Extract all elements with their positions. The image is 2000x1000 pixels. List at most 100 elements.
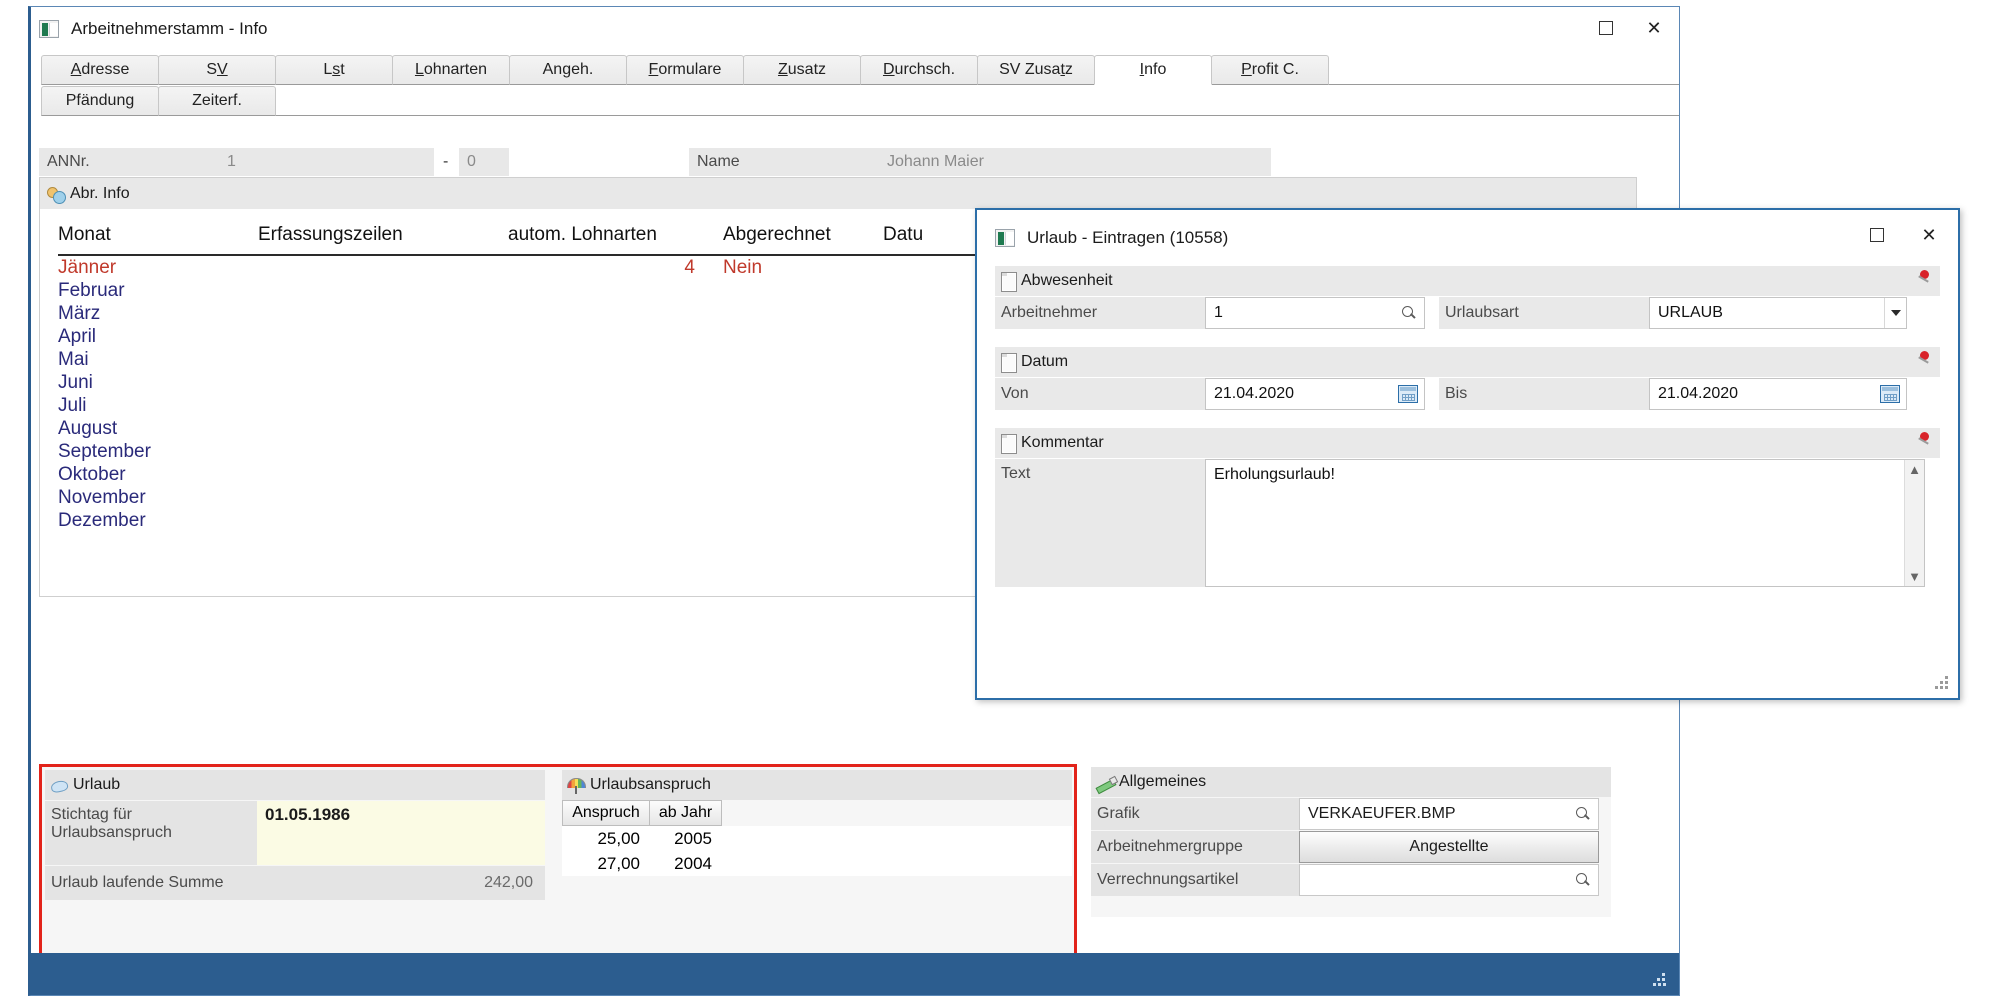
pin-icon[interactable] [1916,432,1932,452]
cell-monat: Jänner [58,256,117,278]
von-date-input[interactable]: 21.04.2020 [1205,378,1425,410]
abwesenheit-section: Abwesenheit Arbeitnehmer 1 Urlaubsart UR… [995,266,1940,329]
scroll-up-icon[interactable]: ▲ [1908,460,1921,479]
tab-durchsch[interactable]: Durchsch. [860,55,978,85]
abr-info-title: Abr. Info [70,184,130,202]
calendar-icon[interactable] [1880,385,1900,403]
tab-info[interactable]: Info [1094,55,1212,85]
column-header-abgerechnet: Abgerechnet [723,224,831,245]
umbrella-icon [566,775,588,795]
cell-monat: März [58,302,101,324]
datum-section-title: Datum [1021,353,1069,370]
tab-sv[interactable]: SV [158,55,276,85]
close-button[interactable]: ✕ [1639,15,1669,41]
resize-grip[interactable] [1653,973,1667,987]
search-icon[interactable] [1574,871,1592,889]
cell-abgerechnet: Nein [723,256,763,278]
cell-ab-jahr: 2005 [674,828,712,848]
verrechnungsartikel-row: Verrechnungsartikel [1091,864,1611,896]
allgemeines-panel-header: Allgemeines [1091,767,1611,797]
status-bar [31,953,1679,995]
column-header-erfassungszeilen: Erfassungszeilen [258,224,403,245]
search-icon[interactable] [1400,304,1418,322]
urlaubsart-value: URLAUB [1658,304,1723,321]
dialog-maximize-button[interactable] [1862,222,1892,248]
cell-monat: Juni [58,371,93,393]
screenshot-root: Arbeitnehmerstamm - Info ✕ Adresse SV Ls… [0,0,2000,1000]
grafik-label: Grafik [1091,798,1299,830]
people-icon [46,184,68,204]
tab-row-2: Pfändung Zeiterf. [41,84,1679,116]
arbeitnehmergruppe-row: Arbeitnehmergruppe Angestellte [1091,831,1611,863]
arbeitnehmergruppe-label: Arbeitnehmergruppe [1091,831,1299,863]
allgemeines-panel: Allgemeines Grafik VERKAEUFER.BMP Arbeit… [1091,767,1611,917]
grafik-row: Grafik VERKAEUFER.BMP [1091,798,1611,830]
tab-bar: Adresse SV Lst Lohnarten Angeh. Formular… [31,53,1679,116]
column-header-monat: Monat [58,224,111,245]
urlaubsart-select[interactable]: URLAUB [1649,297,1907,329]
maximize-icon [1599,21,1613,35]
tab-formulare[interactable]: Formulare [626,55,744,85]
tab-profit-c[interactable]: Profit C. [1211,55,1329,85]
datum-row: Von 21.04.2020 Bis 21.04.2020 [995,378,1940,410]
grafik-input[interactable]: VERKAEUFER.BMP [1299,798,1599,830]
search-icon[interactable] [1574,805,1592,823]
dialog-close-button[interactable]: ✕ [1914,222,1944,248]
chevron-down-icon[interactable] [1884,298,1906,328]
pencil-icon [1095,772,1117,792]
maximize-button[interactable] [1591,15,1621,41]
tab-zusatz[interactable]: Zusatz [743,55,861,85]
column-header-ab-jahr[interactable]: ab Jahr [650,800,722,826]
dialog-title: Urlaub - Eintragen (10558) [1027,228,1229,247]
page-icon [999,433,1019,454]
stichtag-label-line1: Stichtag für [51,806,132,823]
annr-input[interactable]: 1 [219,148,434,176]
summe-row: Urlaub laufende Summe 242,00 [45,866,545,900]
pin-icon[interactable] [1916,270,1932,290]
dialog-titlebar: Urlaub - Eintragen (10558) ✕ [977,210,1958,266]
tab-zeiterf[interactable]: Zeiterf. [158,86,276,116]
calendar-icon[interactable] [1398,385,1418,403]
textarea-scrollbar[interactable]: ▲ ▼ [1904,460,1924,586]
arbeitnehmergruppe-button[interactable]: Angestellte [1299,831,1599,863]
dialog-resize-grip[interactable] [1934,676,1950,692]
stichtag-row: Stichtag für Urlaubsanspruch 01.05.1986 [45,801,545,865]
stichtag-input[interactable]: 01.05.1986 [257,801,545,865]
list-item[interactable]: 25,00 2005 [562,826,1072,851]
tab-angeh[interactable]: Angeh. [509,55,627,85]
anspruch-grid-body: 25,00 2005 27,00 2004 [562,826,1072,876]
bis-label: Bis [1439,378,1649,410]
grafik-value: VERKAEUFER.BMP [1308,805,1456,822]
pin-icon[interactable] [1916,351,1932,371]
tab-row-2-filler [275,86,1679,116]
urlaubsanspruch-panel-header: Urlaubsanspruch [562,770,1072,800]
scroll-down-icon[interactable]: ▼ [1908,567,1921,586]
list-item[interactable]: 27,00 2004 [562,851,1072,876]
annr-sub-input[interactable]: 0 [459,148,509,176]
tab-lst[interactable]: Lst [275,55,393,85]
app-icon [995,229,1015,247]
tab-pfaendung[interactable]: Pfändung [41,86,159,116]
cell-anspruch: 27,00 [597,853,640,873]
column-header-anspruch[interactable]: Anspruch [562,800,650,826]
kommentar-textarea[interactable]: Erholungsurlaub! ▲ ▼ [1205,459,1925,587]
name-label: Name [689,148,879,176]
tab-row-1-filler [1328,55,1679,85]
tab-lohnarten[interactable]: Lohnarten [392,55,510,85]
urlaub-panel: Urlaub Stichtag für Urlaubsanspruch 01.0… [45,770,545,900]
tab-row-1: Adresse SV Lst Lohnarten Angeh. Formular… [41,53,1679,85]
tab-sv-zusatz[interactable]: SV Zusatz [977,55,1095,85]
urlaubsanspruch-panel-title: Urlaubsanspruch [590,776,711,793]
abwesenheit-section-header: Abwesenheit [995,266,1940,296]
arbeitnehmer-input[interactable]: 1 [1205,297,1425,329]
arbeitnehmer-label: Arbeitnehmer [995,297,1205,329]
verrechnungsartikel-input[interactable] [1299,864,1599,896]
bis-date-input[interactable]: 21.04.2020 [1649,378,1907,410]
name-input[interactable]: Johann Maier [879,148,1271,176]
tab-adresse[interactable]: Adresse [41,55,159,85]
arbeitnehmer-value: 1 [1214,304,1223,321]
cell-monat: Februar [58,279,125,301]
dialog-window-controls: ✕ [1862,222,1944,248]
urlaub-panel-header: Urlaub [45,770,545,800]
verrechnungsartikel-label: Verrechnungsartikel [1091,864,1299,896]
